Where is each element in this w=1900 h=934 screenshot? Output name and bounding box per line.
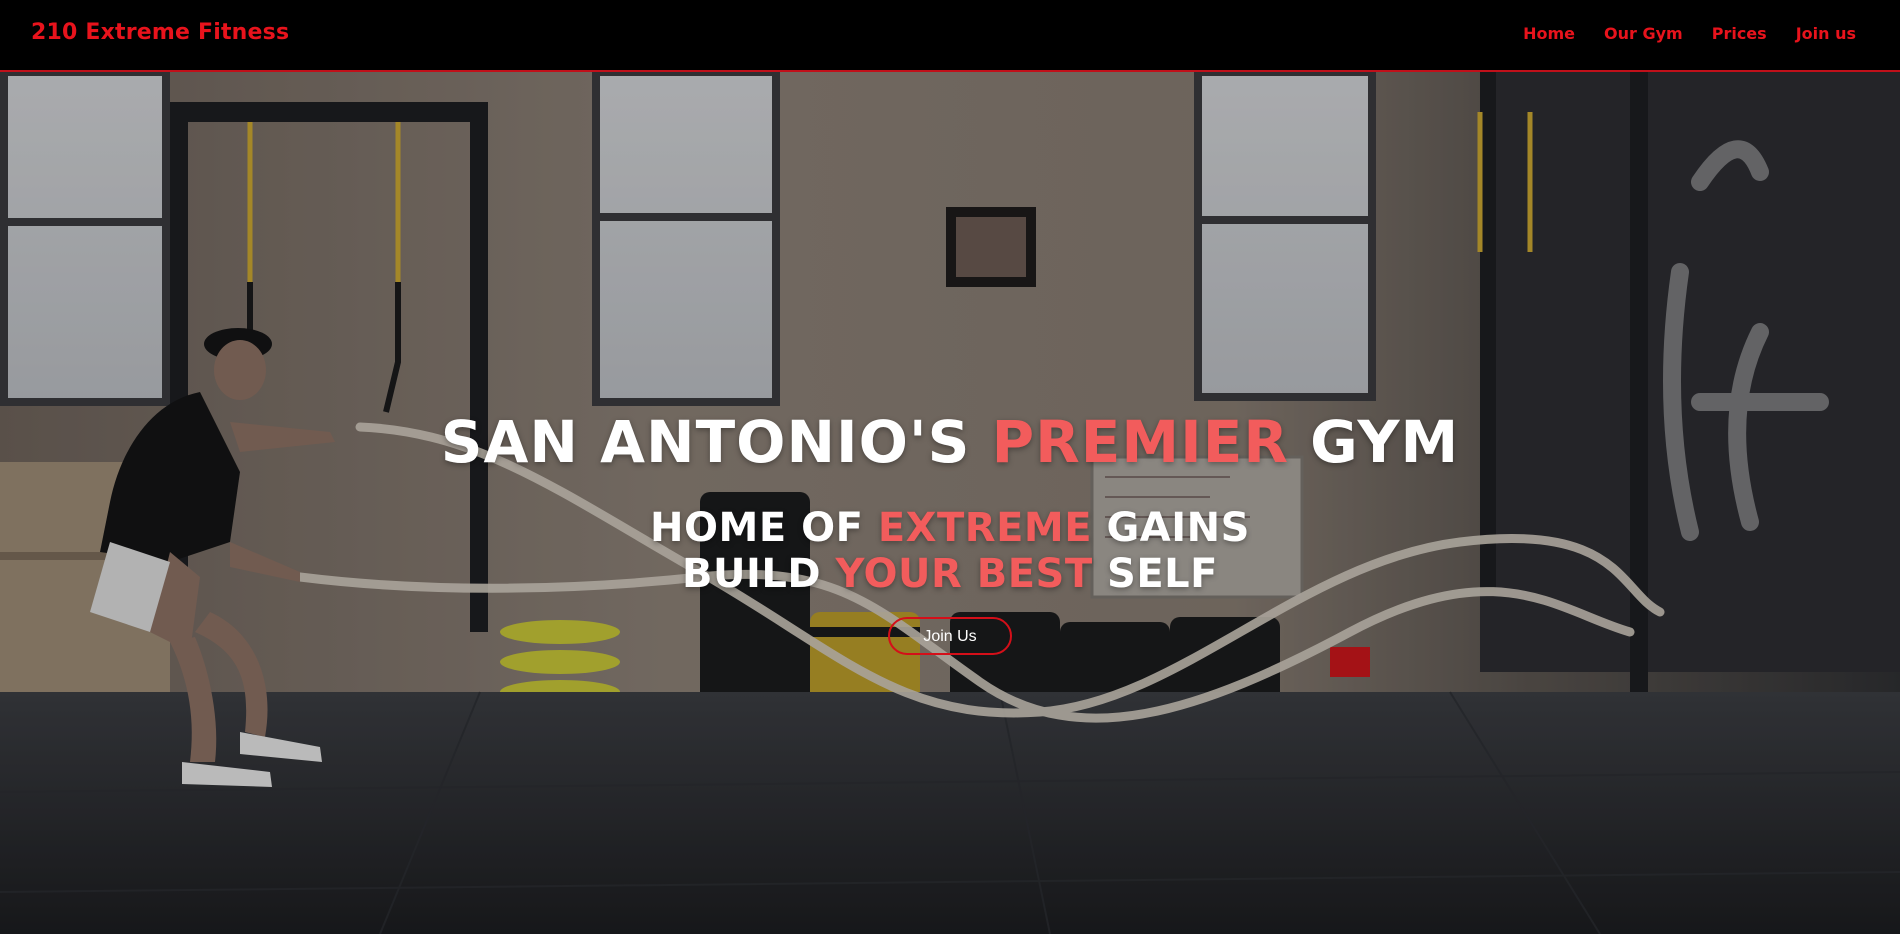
tagline-1-start: HOME OF	[650, 505, 878, 551]
brand-logo-link[interactable]: 210 Extreme Fitness	[31, 20, 289, 45]
tagline-2-end: SELF	[1092, 551, 1218, 597]
nav-link-home[interactable]: Home	[1523, 24, 1575, 43]
hero-title-accent: PREMIER	[991, 408, 1289, 476]
tagline-2-start: BUILD	[682, 551, 836, 597]
tagline-2-accent: YOUR BEST	[835, 551, 1093, 597]
nav-link-our-gym[interactable]: Our Gym	[1604, 24, 1683, 43]
hero-title: SAN ANTONIO'S PREMIER GYM	[0, 407, 1900, 477]
nav-link-join-us[interactable]: Join us	[1796, 24, 1856, 43]
join-us-button[interactable]: Join Us	[888, 617, 1012, 655]
main-nav: Home Our Gym Prices Join us	[1523, 24, 1856, 43]
hero-tagline-2: BUILD YOUR BEST SELF	[0, 551, 1900, 597]
nav-link-prices[interactable]: Prices	[1712, 24, 1767, 43]
tagline-1-accent: EXTREME	[877, 505, 1093, 551]
hero-section: SAN ANTONIO'S PREMIER GYM HOME OF EXTREM…	[0, 72, 1900, 934]
tagline-1-end: GAINS	[1092, 505, 1250, 551]
hero-title-end: GYM	[1288, 408, 1460, 476]
hero-tagline-1: HOME OF EXTREME GAINS	[0, 505, 1900, 551]
top-navbar: 210 Extreme Fitness Home Our Gym Prices …	[0, 0, 1900, 72]
hero-title-start: SAN ANTONIO'S	[440, 408, 992, 476]
hero-content: SAN ANTONIO'S PREMIER GYM HOME OF EXTREM…	[0, 407, 1900, 655]
